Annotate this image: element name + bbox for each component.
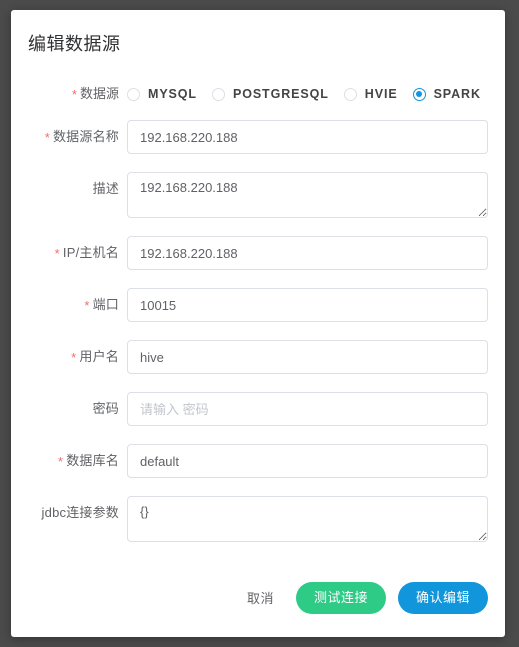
- edit-datasource-dialog: 编辑数据源 * 数据源 MYSQL POSTGRESQL HVIE SPARK …: [11, 10, 505, 637]
- field-wrap-datasource-name: [127, 120, 505, 154]
- radio-circle-icon: [211, 87, 225, 101]
- label-text: 数据源名称: [52, 129, 119, 144]
- radio-circle-checked-icon: [412, 87, 426, 101]
- radio-circle-icon: [343, 87, 357, 101]
- label-text: 数据库名: [66, 453, 119, 468]
- label-text: jdbc连接参数: [41, 505, 119, 520]
- label-port: * 端口: [11, 288, 127, 322]
- label-text: 用户名: [79, 349, 119, 364]
- label-ip-host: * IP/主机名: [11, 236, 127, 270]
- radio-label-spark: SPARK: [433, 87, 481, 101]
- password-input[interactable]: [127, 392, 488, 426]
- port-input[interactable]: [127, 288, 488, 322]
- test-connection-button[interactable]: 测试连接: [295, 581, 386, 614]
- label-text: 端口: [92, 297, 119, 312]
- radio-mysql[interactable]: MYSQL: [127, 87, 197, 101]
- datasource-type-radio-group[interactable]: MYSQL POSTGRESQL HVIE SPARK: [127, 87, 505, 101]
- radio-label-postgresql: POSTGRESQL: [232, 87, 329, 101]
- datasource-name-input[interactable]: [127, 120, 488, 154]
- field-wrap-password: [127, 392, 505, 426]
- label-password: 密码: [11, 392, 127, 426]
- description-textarea[interactable]: [127, 172, 488, 218]
- field-wrap-jdbc-params: [127, 496, 505, 542]
- username-input[interactable]: [127, 340, 488, 374]
- required-asterisk: *: [71, 350, 77, 366]
- label-datasource-name: * 数据源名称: [11, 120, 127, 154]
- radio-postgresql[interactable]: POSTGRESQL: [211, 87, 329, 101]
- label-text: 描述: [92, 181, 119, 196]
- cancel-button[interactable]: 取消: [237, 580, 284, 615]
- required-asterisk: *: [57, 454, 64, 470]
- radio-label-mysql: MYSQL: [148, 87, 197, 101]
- confirm-edit-button[interactable]: 确认编辑: [397, 581, 488, 614]
- page-title: 编辑数据源: [28, 34, 121, 54]
- radio-circle-icon: [127, 87, 140, 101]
- database-name-input[interactable]: [127, 444, 488, 478]
- form-row-description: 描述: [11, 172, 505, 218]
- form-row-port: * 端口: [11, 288, 505, 322]
- form-row-username: * 用户名: [11, 340, 505, 374]
- field-wrap-description: [127, 172, 505, 218]
- required-asterisk: *: [54, 246, 60, 262]
- datasource-type-row: * 数据源 MYSQL POSTGRESQL HVIE SPARK: [11, 84, 505, 104]
- form-row-jdbc-params: jdbc连接参数: [11, 496, 505, 542]
- field-wrap-database-name: [127, 444, 505, 478]
- field-wrap-ip-host: [127, 236, 505, 270]
- label-text: IP/主机名: [62, 245, 119, 260]
- jdbc-params-textarea[interactable]: [127, 496, 488, 542]
- dialog-footer: 取消 测试连接 确认编辑: [11, 580, 505, 615]
- form-row-database-name: * 数据库名: [11, 444, 505, 478]
- form-row-password: 密码: [11, 392, 505, 426]
- required-asterisk: *: [84, 298, 90, 314]
- ip-host-input[interactable]: [127, 236, 488, 270]
- field-wrap-username: [127, 340, 505, 374]
- radio-spark[interactable]: SPARK: [412, 87, 481, 101]
- label-text: 密码: [92, 401, 119, 416]
- radio-label-hvie: HVIE: [364, 87, 398, 101]
- label-username: * 用户名: [11, 340, 127, 374]
- required-asterisk: *: [44, 130, 50, 146]
- datasource-type-label: * 数据源: [11, 84, 127, 104]
- datasource-type-label-text: 数据源: [79, 86, 119, 101]
- field-wrap-port: [127, 288, 505, 322]
- form-row-ip-host: * IP/主机名: [11, 236, 505, 270]
- form-row-datasource-name: * 数据源名称: [11, 120, 505, 154]
- label-database-name: * 数据库名: [11, 444, 127, 478]
- radio-hvie[interactable]: HVIE: [343, 87, 398, 101]
- label-description: 描述: [11, 172, 127, 206]
- datasource-form: * 数据源 MYSQL POSTGRESQL HVIE SPARK * 数据源名…: [11, 84, 505, 560]
- label-jdbc-params: jdbc连接参数: [11, 496, 127, 530]
- required-asterisk: *: [71, 87, 77, 103]
